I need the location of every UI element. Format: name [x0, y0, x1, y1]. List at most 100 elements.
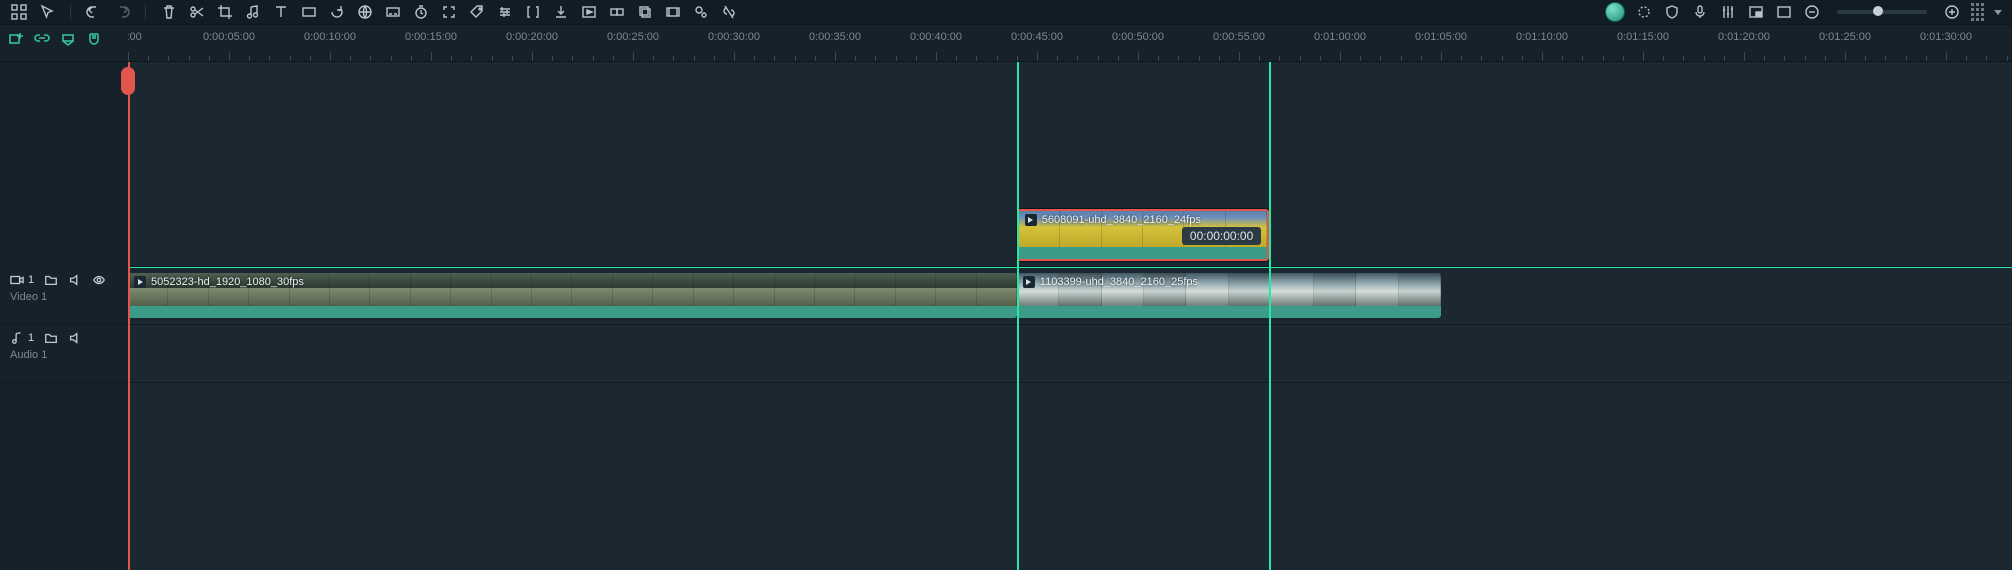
ruler[interactable]: 00:00 0:00:05:00 0:00:10:00 0:00:15:00 0:00:…: [128, 25, 2012, 61]
expand-icon[interactable]: [440, 3, 458, 21]
text-icon[interactable]: [272, 3, 290, 21]
play-icon: [134, 276, 146, 288]
clip-video-2[interactable]: 1103399-uhd_3840_2160_25fps: [1017, 273, 1441, 318]
playhead-line[interactable]: [128, 62, 130, 570]
video-track-icon: [10, 273, 24, 287]
tag-icon[interactable]: [468, 3, 486, 21]
ruler-major-label: 0:00:50:00: [1112, 31, 1164, 43]
audio-track-icon: [10, 331, 24, 345]
zoom-out-icon[interactable]: [1803, 3, 1821, 21]
music-note-icon[interactable]: [244, 3, 262, 21]
pip-icon[interactable]: [1747, 3, 1765, 21]
track-headers: 1 Video 1 1 Audio 1: [0, 62, 128, 570]
play-icon: [1025, 214, 1037, 226]
video-strip-icon[interactable]: [664, 3, 682, 21]
ruler-major-label: 0:01:15:00: [1617, 31, 1669, 43]
separator: [70, 5, 71, 19]
ruler-major-label: 0:00:30:00: [708, 31, 760, 43]
fx-icon[interactable]: [692, 3, 710, 21]
track-head-video[interactable]: 1 Video 1: [0, 267, 128, 325]
lane-audio[interactable]: [128, 325, 2012, 383]
magnet-icon[interactable]: [86, 31, 104, 49]
mute-icon[interactable]: [68, 273, 82, 287]
ruler-row: 00:00 0:00:05:00 0:00:10:00 0:00:15:00 0:00:…: [0, 24, 2012, 62]
ruler-major-label: 0:01:05:00: [1415, 31, 1467, 43]
clip-label: 5052323-hd_1920_1080_30fps: [151, 276, 304, 288]
crop-icon[interactable]: [216, 3, 234, 21]
mute-icon[interactable]: [68, 331, 82, 345]
marker-icon[interactable]: [60, 31, 78, 49]
clip-label: 5608091-uhd_3840_2160_24fps: [1042, 214, 1201, 226]
avatar[interactable]: [1605, 2, 1625, 22]
sparkle-icon[interactable]: [1635, 3, 1653, 21]
lane-video[interactable]: 5052323-hd_1920_1080_30fps 1103399-uhd_3…: [128, 267, 2012, 325]
clip-waveform: [128, 306, 1017, 318]
mic-icon[interactable]: [1691, 3, 1709, 21]
ruler-major-label: 0:01:00:00: [1314, 31, 1366, 43]
redo-icon[interactable]: [113, 3, 131, 21]
undo-icon[interactable]: [85, 3, 103, 21]
ruler-major-label: 0:00:35:00: [809, 31, 861, 43]
clip-label: 1103399-uhd_3840_2160_25fps: [1040, 276, 1198, 288]
clip-video-1[interactable]: 5052323-hd_1920_1080_30fps: [128, 273, 1017, 318]
main-toolbar: [0, 0, 2012, 24]
ruler-major-label: 0:00:10:00: [304, 31, 356, 43]
ruler-major-label: 0:00:20:00: [506, 31, 558, 43]
ruler-major-label: 0:01:10:00: [1516, 31, 1568, 43]
eye-icon[interactable]: [92, 273, 106, 287]
ruler-major-label: 0:01:25:00: [1819, 31, 1871, 43]
video-track-index: 1: [28, 274, 34, 286]
timeline: 1 Video 1 1 Audio 1 5052323-hd_1920_1080…: [0, 62, 2012, 570]
clip-floating[interactable]: 5608091-uhd_3840_2160_24fps 00:00:00:00: [1017, 209, 1270, 261]
playhead-handle[interactable]: [121, 67, 135, 95]
ruler-major-label: 0:00:45:00: [1011, 31, 1063, 43]
add-track-icon[interactable]: [8, 31, 26, 49]
ruler-major-label: 0:00:40:00: [910, 31, 962, 43]
shield-icon[interactable]: [1663, 3, 1681, 21]
adjust-icon[interactable]: [496, 3, 514, 21]
fullscreen-icon[interactable]: [1775, 3, 1793, 21]
unlink-icon[interactable]: [720, 3, 738, 21]
folder-icon[interactable]: [44, 273, 58, 287]
track-head-spacer: [0, 62, 128, 267]
timeline-utilities: [0, 25, 128, 61]
download-icon[interactable]: [552, 3, 570, 21]
mixer-icon[interactable]: [1719, 3, 1737, 21]
dual-rect-icon[interactable]: [608, 3, 626, 21]
play-icon: [1023, 276, 1035, 288]
ruler-major-label: 0:00:15:00: [405, 31, 457, 43]
layers-icon[interactable]: [636, 3, 654, 21]
video-track-label: Video 1: [10, 291, 118, 303]
ruler-major-label: 0:00:05:00: [203, 31, 255, 43]
timer-icon[interactable]: [412, 3, 430, 21]
zoom-in-icon[interactable]: [1943, 3, 1961, 21]
rotate-icon[interactable]: [328, 3, 346, 21]
pointer-icon[interactable]: [38, 3, 56, 21]
scissors-icon[interactable]: [188, 3, 206, 21]
ruler-major-label: 0:00:55:00: [1213, 31, 1265, 43]
grid-menu-icon[interactable]: [10, 3, 28, 21]
ruler-major-label: 0:00:25:00: [607, 31, 659, 43]
separator: [145, 5, 146, 19]
audio-track-index: 1: [28, 332, 34, 344]
subtitle-icon[interactable]: [384, 3, 402, 21]
tracks-area[interactable]: 5052323-hd_1920_1080_30fps 1103399-uhd_3…: [128, 62, 2012, 570]
clip-waveform: [1017, 306, 1441, 318]
rectangle-icon[interactable]: [300, 3, 318, 21]
view-grid-icon[interactable]: [1971, 3, 1984, 21]
zoom-slider[interactable]: [1837, 10, 1927, 14]
snap-guide-a: [1017, 62, 1019, 570]
folder-icon[interactable]: [44, 331, 58, 345]
snap-guide-b: [1269, 62, 1271, 570]
ruler-major-label: 0:01:30:00: [1920, 31, 1972, 43]
audio-track-label: Audio 1: [10, 349, 118, 361]
ruler-major-label: 00:00: [128, 31, 142, 43]
delete-icon[interactable]: [160, 3, 178, 21]
play-rect-icon[interactable]: [580, 3, 598, 21]
globe-icon[interactable]: [356, 3, 374, 21]
clip-time-chip: 00:00:00:00: [1182, 227, 1261, 245]
track-head-audio[interactable]: 1 Audio 1: [0, 325, 128, 383]
brackets-icon[interactable]: [524, 3, 542, 21]
link-icon[interactable]: [34, 31, 52, 49]
view-dropdown-icon[interactable]: [1994, 10, 2002, 15]
